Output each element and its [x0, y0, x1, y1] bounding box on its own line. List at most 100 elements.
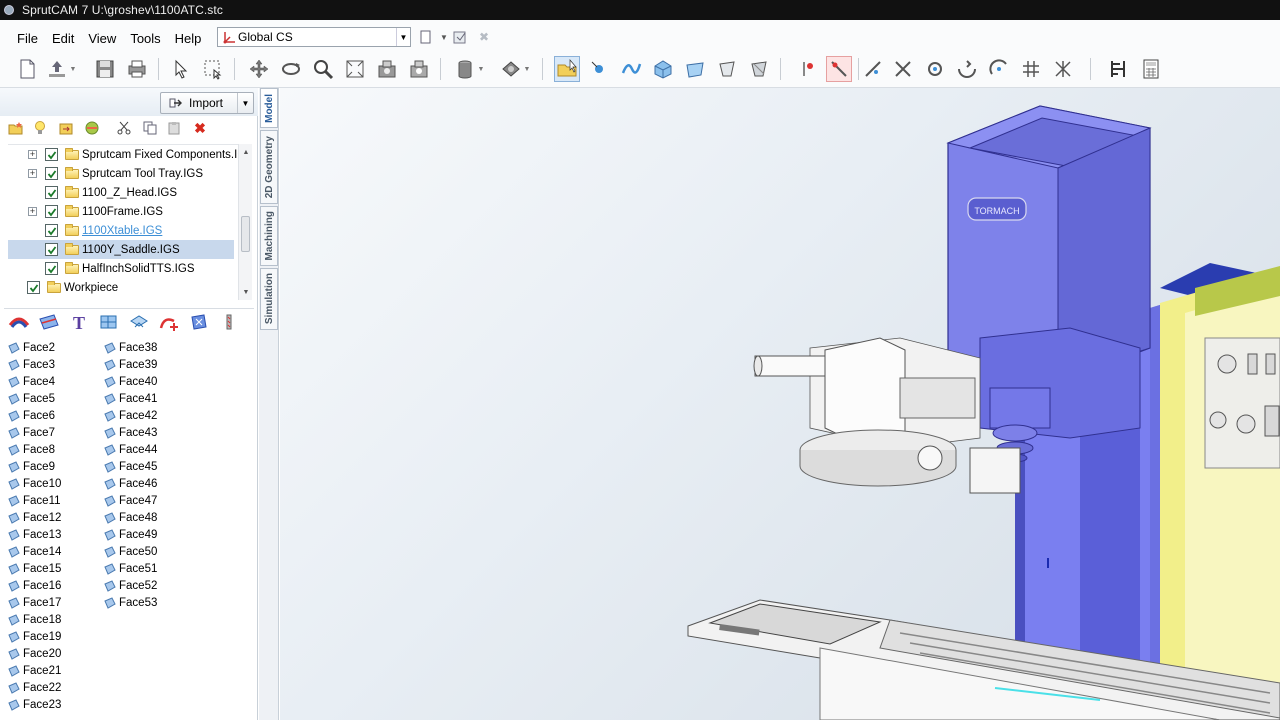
face-select-icon[interactable] [682, 56, 708, 82]
trim-icon[interactable] [826, 56, 852, 82]
new-file-icon[interactable] [14, 56, 40, 82]
face-item[interactable]: Face3 [8, 356, 55, 373]
circle-tool-icon[interactable] [922, 56, 948, 82]
solid-select-icon[interactable] [714, 56, 740, 82]
cross-tool-icon[interactable] [890, 56, 916, 82]
face-item[interactable]: Face13 [8, 526, 61, 543]
new-folder-icon[interactable] [8, 120, 24, 136]
import-button[interactable]: Import ▼ [160, 92, 254, 114]
offset-icon[interactable] [126, 311, 152, 333]
mesh-icon[interactable] [96, 311, 122, 333]
tree-item[interactable]: Workpiece [8, 278, 234, 297]
hide-select-icon[interactable] [746, 56, 772, 82]
delete-icon[interactable]: ✖ [192, 120, 208, 136]
calculator-icon[interactable] [1138, 56, 1164, 82]
face-item[interactable]: Face11 [8, 492, 61, 509]
pan-icon[interactable] [246, 56, 272, 82]
face-item[interactable]: Face43 [104, 424, 157, 441]
extrude-icon[interactable] [186, 311, 212, 333]
extend-tool-icon[interactable] [1050, 56, 1076, 82]
scroll-down-icon[interactable]: ▼ [239, 286, 253, 298]
light-bulb-icon[interactable] [32, 120, 48, 136]
zoom-window-icon[interactable] [342, 56, 368, 82]
expand-icon[interactable]: + [28, 169, 37, 178]
menu-help[interactable]: Help [168, 28, 209, 48]
properties-icon[interactable] [1106, 56, 1132, 82]
face-item[interactable]: Face39 [104, 356, 157, 373]
visibility-checkbox[interactable] [45, 167, 58, 180]
chevron-down-icon[interactable]: ▼ [522, 56, 532, 82]
rotate-icon[interactable] [278, 56, 304, 82]
tree-scrollbar[interactable]: ▲ ▼ [238, 144, 252, 300]
face-item[interactable]: Face46 [104, 475, 157, 492]
tab-simulation[interactable]: Simulation [260, 268, 278, 330]
face-item[interactable]: Face23 [8, 696, 61, 713]
scroll-thumb[interactable] [241, 216, 250, 252]
visibility-checkbox[interactable] [45, 224, 58, 237]
tree-item[interactable]: 1100_Z_Head.IGS [8, 183, 234, 202]
face-item[interactable]: Face50 [104, 543, 157, 560]
face-item[interactable]: Face15 [8, 560, 61, 577]
3d-viewport[interactable]: TORMACH [280, 88, 1280, 720]
print-icon[interactable] [124, 56, 150, 82]
visibility-checkbox[interactable] [45, 243, 58, 256]
face-item[interactable]: Face48 [104, 509, 157, 526]
face-item[interactable]: Face49 [104, 526, 157, 543]
line-tool-icon[interactable] [860, 56, 886, 82]
visibility-checkbox[interactable] [45, 205, 58, 218]
face-item[interactable]: Face7 [8, 424, 55, 441]
tree-item[interactable]: + Sprutcam Fixed Components.IGS [8, 145, 244, 164]
menu-edit[interactable]: Edit [45, 28, 81, 48]
chevron-down-icon[interactable]: ▼ [396, 28, 410, 46]
rotate-tool-icon[interactable] [954, 56, 980, 82]
select-box-icon[interactable] [200, 56, 226, 82]
transform-icon[interactable] [58, 120, 74, 136]
tab-model[interactable]: Model [260, 88, 278, 128]
menu-tools[interactable]: Tools [123, 28, 167, 48]
chevron-down-icon[interactable]: ▼ [68, 56, 78, 82]
save-cs-icon[interactable] [452, 29, 468, 45]
face-item[interactable]: Face42 [104, 407, 157, 424]
zoom-selected-icon[interactable] [406, 56, 432, 82]
select-folder-icon[interactable] [554, 56, 580, 82]
face-item[interactable]: Face51 [104, 560, 157, 577]
cylinder-view-icon[interactable] [452, 56, 478, 82]
tab-machining[interactable]: Machining [260, 206, 278, 266]
arc-tool-icon[interactable] [986, 56, 1012, 82]
tab-2d-geometry[interactable]: 2D Geometry [260, 130, 278, 204]
tree-item[interactable]: 1100Xtable.IGS [8, 221, 234, 240]
zoom-icon[interactable] [310, 56, 336, 82]
face-item[interactable]: Face8 [8, 441, 55, 458]
face-item[interactable]: Face47 [104, 492, 157, 509]
visibility-checkbox[interactable] [27, 281, 40, 294]
face-item[interactable]: Face18 [8, 611, 61, 628]
tree-item[interactable]: + Sprutcam Tool Tray.IGS [8, 164, 234, 183]
face-item[interactable]: Face21 [8, 662, 61, 679]
visibility-checkbox[interactable] [45, 262, 58, 275]
visibility-checkbox[interactable] [45, 186, 58, 199]
curve-select-icon[interactable] [618, 56, 644, 82]
surface-select-icon[interactable] [650, 56, 676, 82]
plane-icon[interactable] [36, 311, 62, 333]
expand-icon[interactable]: + [28, 150, 37, 159]
face-item[interactable]: Face17 [8, 594, 61, 611]
point-select-icon[interactable] [586, 56, 612, 82]
face-item[interactable]: Face14 [8, 543, 61, 560]
face-item[interactable]: Face52 [104, 577, 157, 594]
face-item[interactable]: Face41 [104, 390, 157, 407]
grid-tool-icon[interactable] [1018, 56, 1044, 82]
face-item[interactable]: Face44 [104, 441, 157, 458]
face-item[interactable]: Face22 [8, 679, 61, 696]
add-curve-icon[interactable] [156, 311, 182, 333]
tool-icon[interactable] [216, 311, 242, 333]
expand-icon[interactable]: + [28, 207, 37, 216]
cut-icon[interactable] [116, 120, 132, 136]
scroll-up-icon[interactable]: ▲ [239, 146, 253, 158]
visibility-checkbox[interactable] [45, 148, 58, 161]
face-item[interactable]: Face20 [8, 645, 61, 662]
face-item[interactable]: Face2 [8, 339, 55, 356]
chevron-down-icon[interactable]: ▼ [476, 56, 486, 82]
coordinate-system-select[interactable]: Global CS ▼ [217, 27, 411, 47]
menu-view[interactable]: View [81, 28, 123, 48]
face-item[interactable]: Face45 [104, 458, 157, 475]
